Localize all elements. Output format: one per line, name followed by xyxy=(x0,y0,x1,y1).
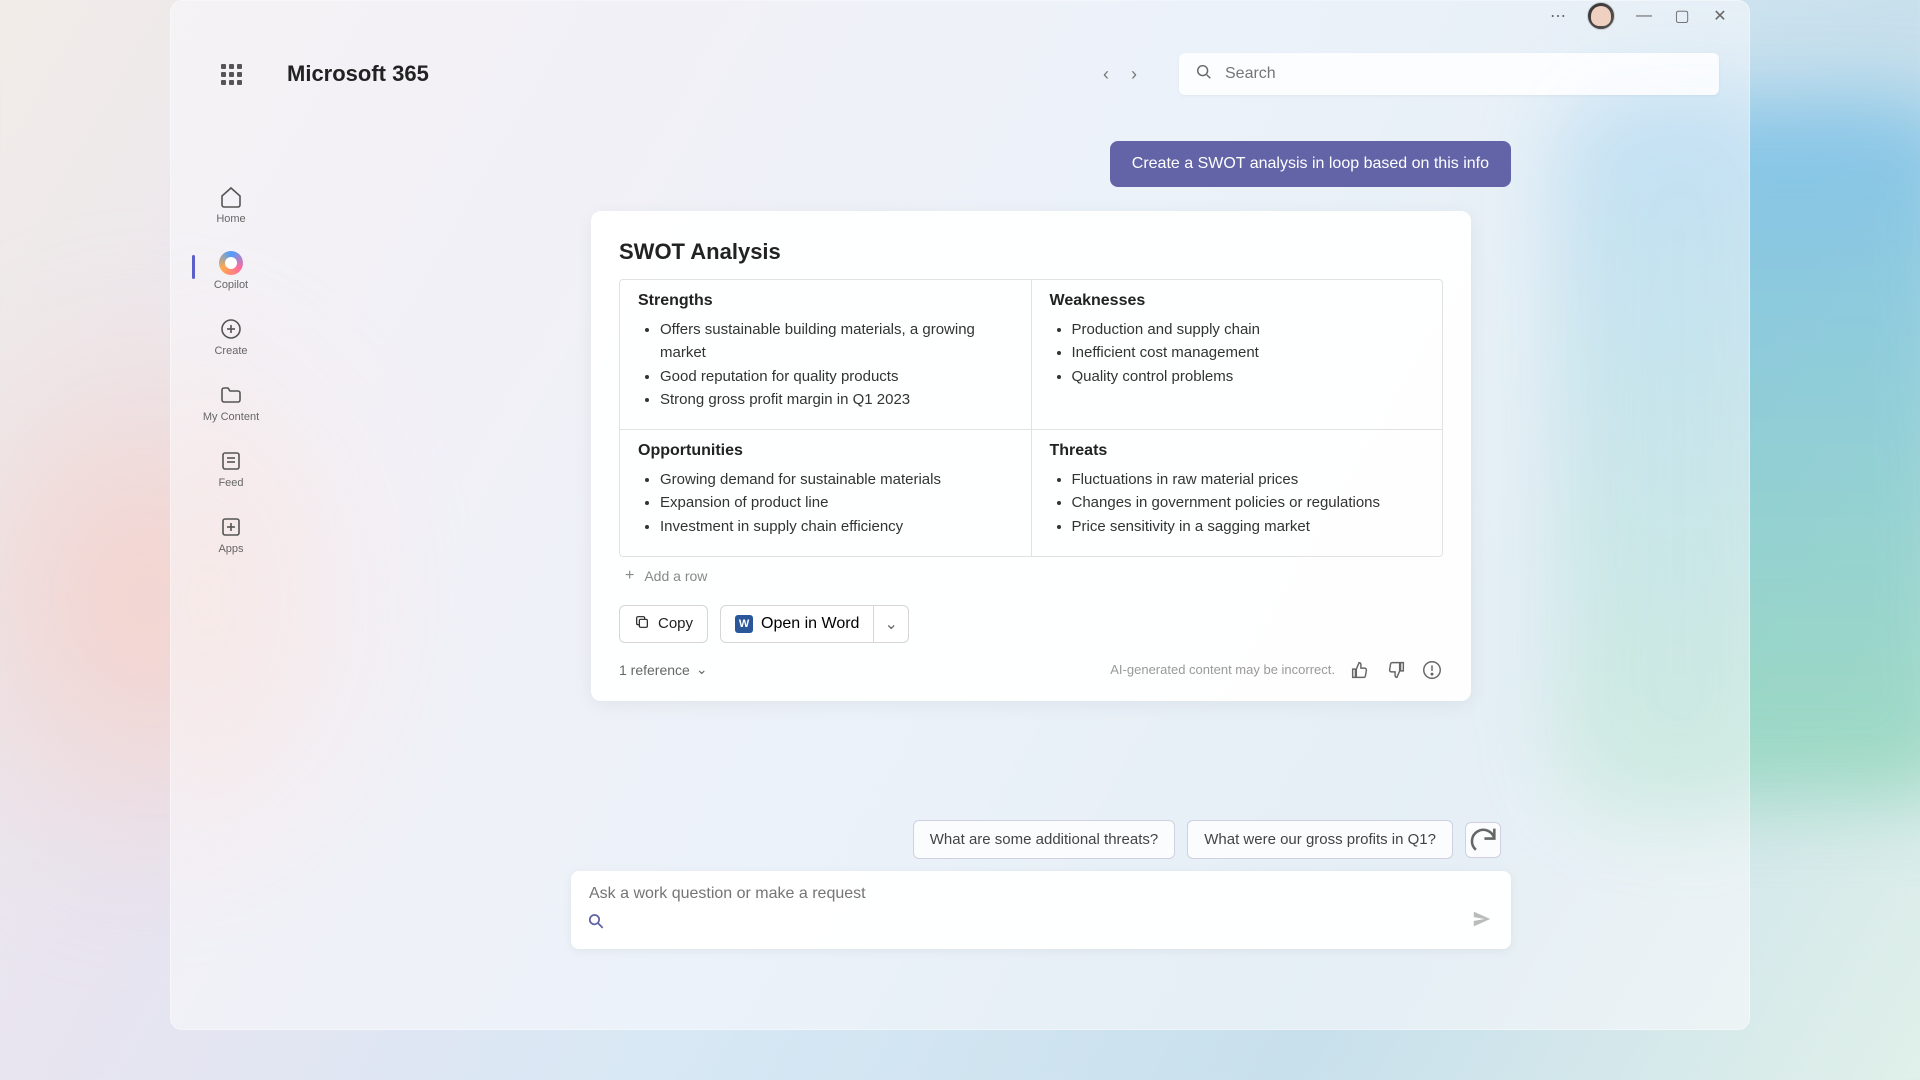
table-row: Strengths Offers sustainable building ma… xyxy=(620,280,1442,429)
search-bar[interactable] xyxy=(1179,53,1719,95)
home-icon xyxy=(219,185,243,209)
thumbs-down-icon[interactable] xyxy=(1385,659,1407,681)
maximize-icon[interactable]: ▢ xyxy=(1673,7,1691,25)
disclaimer-text: AI-generated content may be incorrect. xyxy=(1110,662,1335,677)
suggestion-pill[interactable]: What are some additional threats? xyxy=(913,820,1175,859)
open-word-button: W Open in Word ⌄ xyxy=(720,605,909,643)
thumbs-up-icon[interactable] xyxy=(1349,659,1371,681)
forward-icon[interactable]: › xyxy=(1127,60,1141,89)
swot-heading: Threats xyxy=(1050,442,1425,460)
header: Microsoft 365 ‹ › xyxy=(221,49,1719,99)
sidebar-item-label: Feed xyxy=(218,477,243,489)
sidebar-item-label: Create xyxy=(214,345,247,357)
back-icon[interactable]: ‹ xyxy=(1099,60,1113,89)
chat-input-box[interactable]: ⚲ xyxy=(571,871,1511,949)
word-icon: W xyxy=(735,615,753,633)
copy-icon xyxy=(634,614,650,634)
list-item: Investment in supply chain efficiency xyxy=(660,515,1013,538)
sidebar-item-label: Copilot xyxy=(214,279,248,291)
minimize-icon[interactable]: — xyxy=(1635,7,1653,25)
search-icon xyxy=(1195,63,1213,86)
apps-icon xyxy=(219,515,243,539)
search-input[interactable] xyxy=(1225,65,1703,83)
titlebar: ⋯ — ▢ ✕ xyxy=(1529,1,1749,31)
suggestions-row: What are some additional threats? What w… xyxy=(913,820,1501,859)
sidebar-item-apps[interactable]: Apps xyxy=(214,511,247,559)
list-item: Strong gross profit margin in Q1 2023 xyxy=(660,388,1013,411)
swot-weaknesses-cell[interactable]: Weaknesses Production and supply chain I… xyxy=(1031,280,1443,429)
list-item: Growing demand for sustainable materials xyxy=(660,468,1013,491)
action-row: Copy W Open in Word ⌄ xyxy=(619,605,1443,643)
input-toolbar: ⚲ xyxy=(589,908,1493,935)
swot-opportunities-cell[interactable]: Opportunities Growing demand for sustain… xyxy=(620,430,1031,556)
open-word-main[interactable]: W Open in Word xyxy=(721,606,873,642)
list-item: Expansion of product line xyxy=(660,491,1013,514)
user-message: Create a SWOT analysis in loop based on … xyxy=(1110,141,1511,187)
attach-icon[interactable]: ⚲ xyxy=(582,907,610,935)
avatar[interactable] xyxy=(1587,2,1615,30)
brand-title: Microsoft 365 xyxy=(287,61,429,87)
nav-arrows: ‹ › xyxy=(1099,60,1141,89)
sidebar-item-home[interactable]: Home xyxy=(212,181,249,229)
create-icon xyxy=(219,317,243,341)
swot-title: SWOT Analysis xyxy=(619,239,1443,265)
chevron-down-icon[interactable]: ⌄ xyxy=(873,606,907,642)
list-item: Price sensitivity in a sagging market xyxy=(1072,515,1425,538)
copilot-icon xyxy=(219,251,243,275)
add-row-button[interactable]: + Add a row xyxy=(619,557,1443,595)
feed-icon xyxy=(219,449,243,473)
list-item: Quality control problems xyxy=(1072,365,1425,388)
sidebar-item-feed[interactable]: Feed xyxy=(214,445,247,493)
folder-icon xyxy=(219,383,243,407)
copy-label: Copy xyxy=(658,615,693,632)
swot-heading: Opportunities xyxy=(638,442,1013,460)
chevron-down-icon: ⌄ xyxy=(696,661,708,678)
chat-area: Create a SWOT analysis in loop based on … xyxy=(451,141,1551,989)
swot-grid: Strengths Offers sustainable building ma… xyxy=(619,279,1443,557)
more-icon[interactable]: ⋯ xyxy=(1549,7,1567,25)
reference-label: 1 reference xyxy=(619,662,690,678)
open-word-label: Open in Word xyxy=(761,615,859,633)
sidebar-item-create[interactable]: Create xyxy=(210,313,251,361)
sidebar-item-label: Apps xyxy=(218,543,243,555)
swot-strengths-cell[interactable]: Strengths Offers sustainable building ma… xyxy=(620,280,1031,429)
list-item: Fluctuations in raw material prices xyxy=(1072,468,1425,491)
sidebar-item-copilot[interactable]: Copilot xyxy=(210,247,252,295)
plus-icon: + xyxy=(625,567,634,585)
table-row: Opportunities Growing demand for sustain… xyxy=(620,429,1442,556)
sidebar-item-label: My Content xyxy=(203,411,259,423)
close-icon[interactable]: ✕ xyxy=(1711,7,1729,25)
card-footer: 1 reference ⌄ AI-generated content may b… xyxy=(619,659,1443,681)
report-icon[interactable] xyxy=(1421,659,1443,681)
list-item: Good reputation for quality products xyxy=(660,365,1013,388)
list-item: Production and supply chain xyxy=(1072,318,1425,341)
add-row-label: Add a row xyxy=(644,568,707,584)
refresh-icon[interactable] xyxy=(1465,822,1501,858)
chat-input[interactable] xyxy=(589,885,1493,903)
reference-toggle[interactable]: 1 reference ⌄ xyxy=(619,661,708,678)
feedback-icons xyxy=(1349,659,1443,681)
swot-heading: Strengths xyxy=(638,292,1013,310)
sidebar-item-label: Home xyxy=(216,213,245,225)
copy-button[interactable]: Copy xyxy=(619,605,708,643)
swot-threats-cell[interactable]: Threats Fluctuations in raw material pri… xyxy=(1031,430,1443,556)
app-launcher-icon[interactable] xyxy=(221,64,241,84)
list-item: Changes in government policies or regula… xyxy=(1072,491,1425,514)
list-item: Inefficient cost management xyxy=(1072,341,1425,364)
send-icon[interactable] xyxy=(1471,908,1493,935)
sidebar: Home Copilot Create My Content Feed Apps xyxy=(191,181,271,559)
list-item: Offers sustainable building materials, a… xyxy=(660,318,1013,365)
swot-heading: Weaknesses xyxy=(1050,292,1425,310)
sidebar-item-mycontent[interactable]: My Content xyxy=(199,379,263,427)
app-window: ⋯ — ▢ ✕ Microsoft 365 ‹ › Home Copilot xyxy=(170,0,1750,1030)
ai-response-card: SWOT Analysis Strengths Offers sustainab… xyxy=(591,211,1471,701)
suggestion-pill[interactable]: What were our gross profits in Q1? xyxy=(1187,820,1453,859)
